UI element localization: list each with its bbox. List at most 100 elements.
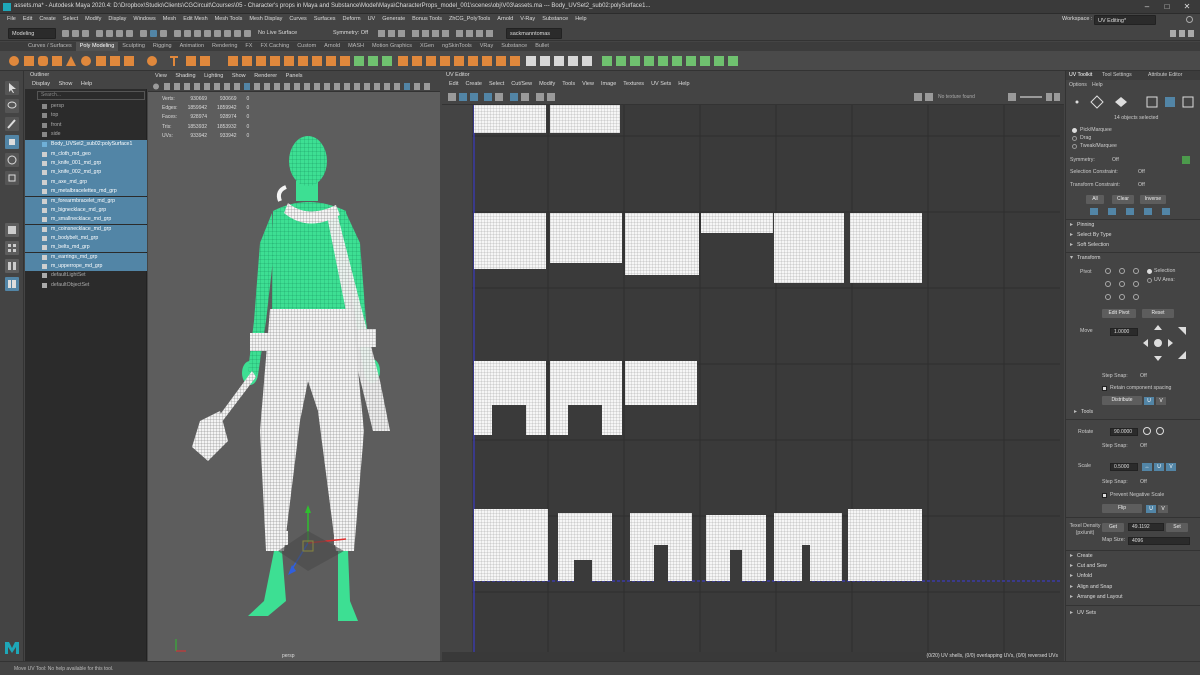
outliner-item-m-metalbracelettes-md-grp[interactable]: m_metalbracelettes_md_grp [25, 187, 147, 197]
uv-left-toolbar[interactable] [442, 105, 472, 652]
menu-arnold[interactable]: Arnold [497, 14, 513, 25]
outliner-item-m-bignecklace-md-grp[interactable]: m_bignecklace_md_grp [25, 205, 147, 216]
menu-file[interactable]: File [7, 14, 16, 25]
layout-outliner-icon[interactable] [5, 277, 19, 291]
component-mode-icons[interactable] [1069, 95, 1197, 109]
section-arrange-and-layout[interactable]: Arrange and Layout [1070, 593, 1196, 602]
tab-uv-toolkit[interactable]: UV Toolkit [1069, 72, 1092, 79]
menu-set-dropdown[interactable]: Modeling [8, 28, 56, 39]
rotate-tool-icon[interactable] [5, 153, 19, 167]
selection-constraint-dropdown[interactable]: Off [1138, 169, 1145, 176]
toolkit-menu-options[interactable]: Options [1069, 82, 1087, 89]
menu-display[interactable]: Display [108, 14, 126, 25]
uv-editor-toolbar[interactable]: No texture found [442, 89, 1064, 105]
section-tools[interactable]: Tools [1074, 408, 1200, 417]
shelf-tab-custom[interactable]: Custom [293, 42, 320, 51]
settings-icon[interactable] [1186, 16, 1193, 23]
menu-bonus-tools[interactable]: Bonus Tools [412, 14, 442, 25]
shelf-tab-ngskintools[interactable]: ngSkinTools [438, 42, 476, 51]
menu-edit-mesh[interactable]: Edit Mesh [183, 14, 207, 25]
tab-tool-settings[interactable]: Tool Settings [1102, 72, 1132, 79]
shelf-tab-fx[interactable]: FX [241, 42, 256, 51]
distribute-u-button[interactable]: U [1144, 397, 1154, 405]
menu-v-ray[interactable]: V-Ray [520, 14, 535, 25]
menu-surfaces[interactable]: Surfaces [314, 14, 336, 25]
reset-pivot-button[interactable]: Reset [1142, 309, 1174, 318]
outliner-item-m-belts-md-grp[interactable]: m_belts_md_grp [25, 243, 147, 253]
drag-radio[interactable] [1072, 136, 1077, 141]
shelf-tool-icons[interactable] [6, 53, 846, 69]
texel-get-button[interactable]: Get [1102, 523, 1124, 532]
menu-mesh-display[interactable]: Mesh Display [249, 14, 282, 25]
menu-deform[interactable]: Deform [343, 14, 361, 25]
scale-v-button[interactable]: V [1166, 463, 1176, 471]
tweak-marquee-radio[interactable] [1072, 144, 1077, 149]
pick-marquee-radio[interactable] [1072, 128, 1077, 133]
outliner-camera-persp[interactable]: persp [25, 102, 147, 111]
symmetry-toggle-icon[interactable] [1182, 156, 1190, 164]
outliner-menu-show[interactable]: Show [59, 79, 73, 90]
move-value-field[interactable]: 1.0000 [1110, 328, 1138, 336]
shelf-tab-sculpting[interactable]: Sculpting [118, 42, 149, 51]
select-tool-icon[interactable] [5, 81, 19, 95]
select-clear-button[interactable]: Clear [1112, 195, 1134, 204]
menu-modify[interactable]: Modify [85, 14, 101, 25]
pivot-uv-area-radio[interactable] [1147, 278, 1152, 283]
shelf-tab-animation[interactable]: Animation [176, 42, 208, 51]
section-cut-and-sew[interactable]: Cut and Sew [1070, 562, 1196, 571]
rotate-value-field[interactable]: 90.0000 [1110, 428, 1138, 436]
texel-density-field[interactable]: 49.1192 [1128, 523, 1164, 531]
section-create[interactable]: Create [1070, 552, 1196, 561]
move-arrows[interactable] [1142, 323, 1190, 363]
outliner-set-defaultobjectset[interactable]: defaultObjectSet [25, 281, 147, 290]
shelf-tab-rendering[interactable]: Rendering [208, 42, 241, 51]
shelf-tab-mash[interactable]: MASH [344, 42, 368, 51]
workspace-dropdown[interactable]: UV Editing* [1094, 15, 1156, 25]
menu-windows[interactable]: Windows [133, 14, 155, 25]
shelf-tab-xgen[interactable]: XGen [416, 42, 438, 51]
minimize-icon[interactable]: – [1142, 2, 1152, 11]
pivot-selection-radio[interactable] [1147, 269, 1152, 274]
tab-attribute-editor[interactable]: Attribute Editor [1148, 72, 1182, 79]
outliner-item-m-knife-001-md-grp[interactable]: m_knife_001_md_grp [25, 159, 147, 169]
move-step-snap-value[interactable]: Off [1140, 373, 1147, 380]
retain-spacing-checkbox[interactable] [1102, 386, 1107, 391]
viewport-toolbar[interactable] [148, 81, 440, 92]
flip-v-button[interactable]: V [1158, 505, 1168, 513]
distribute-button[interactable]: Distribute [1102, 396, 1142, 405]
outliner-item-m-forearmbracelet-md-grp[interactable]: m_forearmbracelet_md_grp [25, 196, 147, 206]
section-uv-sets[interactable]: UV Sets [1070, 609, 1196, 618]
shelf-tab-vray[interactable]: VRay [476, 42, 497, 51]
live-surface-label[interactable]: No Live Surface [258, 29, 297, 38]
section-select-by-type[interactable]: Select By Type [1070, 231, 1196, 240]
scale-tool-icon[interactable] [5, 171, 19, 185]
outliner-search-input[interactable]: Search... [37, 91, 145, 100]
exposure-slider[interactable] [1008, 93, 1062, 102]
transform-constraint-dropdown[interactable]: Off [1138, 182, 1145, 189]
menu-substance[interactable]: Substance [542, 14, 568, 25]
panel-toggle-icons[interactable] [1170, 28, 1196, 39]
section-unfold[interactable]: Unfold [1070, 572, 1196, 581]
outliner-camera-top[interactable]: top [25, 111, 147, 120]
menu-help[interactable]: Help [575, 14, 586, 25]
shelf-tab-substance[interactable]: Substance [497, 42, 531, 51]
menu-mesh[interactable]: Mesh [163, 14, 176, 25]
selection-tool-icons[interactable] [1090, 207, 1174, 217]
shelf-tab-fx-caching[interactable]: FX Caching [256, 42, 293, 51]
outliner-menu-display[interactable]: Display [32, 79, 50, 90]
close-icon[interactable]: ✕ [1182, 2, 1192, 11]
edit-pivot-button[interactable]: Edit Pivot [1102, 309, 1136, 318]
menu-curves[interactable]: Curves [289, 14, 306, 25]
symmetry-status[interactable]: Symmetry: Off [333, 29, 368, 38]
select-inverse-button[interactable]: Inverse [1140, 195, 1166, 204]
outliner-item-m-earrings-md-grp[interactable]: m_earrings_md_grp [25, 252, 147, 262]
outliner-item-m-bodybelt-md-grp[interactable]: m_bodybelt_md_grp [25, 233, 147, 244]
shelf-tab-motion-graphics[interactable]: Motion Graphics [368, 42, 416, 51]
pivot-grid[interactable] [1104, 267, 1144, 303]
map-size-field[interactable]: 4096 [1128, 537, 1190, 545]
outliner-item-body-uvset2-sub02-polysurface1[interactable]: Body_UVSet2_sub02:polySurface1 [25, 140, 147, 150]
outliner-camera-side[interactable]: side [25, 130, 147, 139]
uv-grid[interactable] [472, 105, 1060, 652]
flip-u-button[interactable]: U [1146, 505, 1156, 513]
menu-edit[interactable]: Edit [23, 14, 32, 25]
